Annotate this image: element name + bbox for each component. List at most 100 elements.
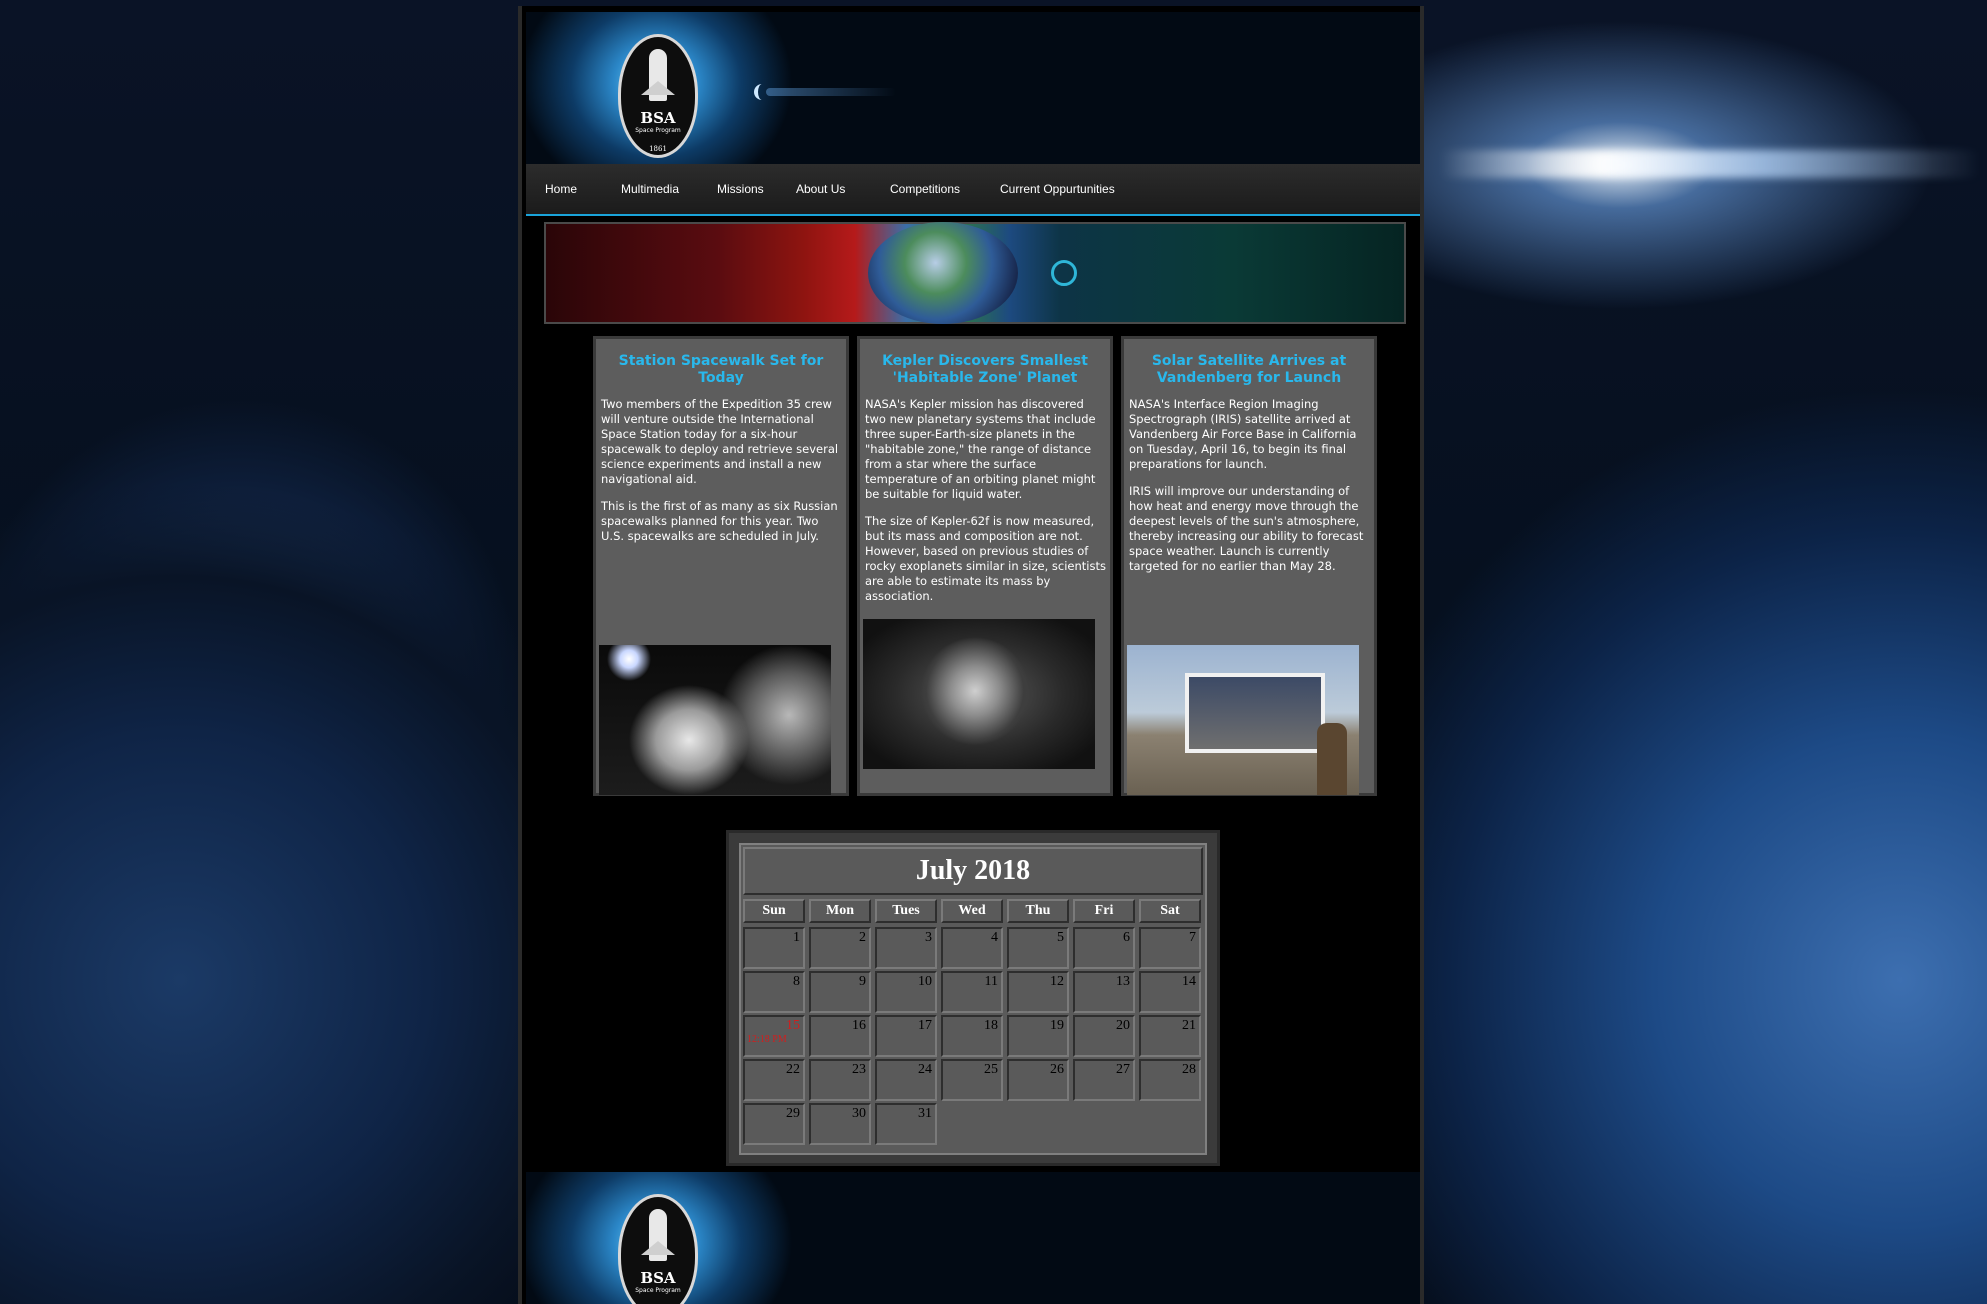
nav-missions[interactable]: Missions <box>717 182 764 196</box>
calendar-day-number: 17 <box>918 1018 932 1033</box>
calendar-day-number: 8 <box>793 974 800 989</box>
calendar-day-number: 11 <box>984 974 998 989</box>
calendar-day-cell[interactable]: 1 <box>743 927 805 969</box>
calendar-day-number: 23 <box>852 1062 866 1077</box>
site-header: BSA Space Program 1861 <box>526 12 1420 164</box>
calendar-day-number: 15 <box>786 1018 800 1033</box>
calendar-day-cell[interactable]: 9 <box>809 971 871 1013</box>
nav-about-us[interactable]: About Us <box>796 182 845 196</box>
calendar-day-number: 18 <box>984 1018 998 1033</box>
calendar-day-number: 14 <box>1182 974 1196 989</box>
calendar-day-number: 6 <box>1123 930 1130 945</box>
article-card-kepler: Kepler Discovers Smallest 'Habitable Zon… <box>857 336 1113 796</box>
calendar-weekday-header: Sat <box>1139 899 1201 923</box>
calendar-day-cell[interactable]: 26 <box>1007 1059 1069 1101</box>
calendar-day-cell[interactable]: 18 <box>941 1015 1003 1057</box>
nav-current-opportunities[interactable]: Current Oppurtunities <box>1000 182 1115 196</box>
calendar-day-number: 1 <box>793 930 800 945</box>
calendar-event-note[interactable]: 12:18 PM <box>745 1034 800 1045</box>
calendar-day-number: 27 <box>1116 1062 1130 1077</box>
calendar-day-cell[interactable]: 31 <box>875 1103 937 1145</box>
calendar-day-cell[interactable]: 5 <box>1007 927 1069 969</box>
calendar-day-cell[interactable]: 20 <box>1073 1015 1135 1057</box>
article-card-solar-satellite: Solar Satellite Arrives at Vandenberg fo… <box>1121 336 1377 796</box>
calendar-day-cell[interactable]: 7 <box>1139 927 1201 969</box>
calendar-day-cell[interactable]: 27 <box>1073 1059 1135 1101</box>
calendar-day-cell[interactable]: 17 <box>875 1015 937 1057</box>
calendar-day-cell[interactable]: 16 <box>809 1015 871 1057</box>
calendar-day-number: 12 <box>1050 974 1064 989</box>
article-paragraph: NASA's Interface Region Imaging Spectrog… <box>1129 397 1357 471</box>
nav-home[interactable]: Home <box>545 182 577 196</box>
calendar-table: July 2018 Sun Mon Tues Wed Thu Fri Sat 1 2 3 4 5 6 7 8… <box>739 843 1207 1155</box>
logo-subtitle: Space Program <box>635 1287 681 1294</box>
calendar-day-number: 4 <box>991 930 998 945</box>
calendar-weekday-header: Wed <box>941 899 1003 923</box>
calendar-day-cell[interactable]: 11 <box>941 971 1003 1013</box>
calendar-weekday-header: Fri <box>1073 899 1135 923</box>
calendar-day-cell[interactable]: 30 <box>809 1103 871 1145</box>
logo-year: 1861 <box>649 145 667 153</box>
calendar-day-number: 7 <box>1189 930 1196 945</box>
calendar-day-number: 25 <box>984 1062 998 1077</box>
article-paragraph: NASA's Kepler mission has discovered two… <box>865 397 1096 501</box>
calendar-weekday-header: Tues <box>875 899 937 923</box>
calendar-widget: July 2018 Sun Mon Tues Wed Thu Fri Sat 1 2 3 4 5 6 7 8… <box>726 830 1220 1166</box>
calendar-day-cell[interactable]: 8 <box>743 971 805 1013</box>
calendar-day-cell[interactable]: 19 <box>1007 1015 1069 1057</box>
site-footer: BSA Space Program 1861 <box>526 1172 1420 1304</box>
calendar-day-cell[interactable]: 14 <box>1139 971 1201 1013</box>
article-paragraph: IRIS will improve our understanding of h… <box>1129 484 1364 573</box>
calendar-day-number: 31 <box>918 1106 932 1121</box>
calendar-day-cell[interactable]: 29 <box>743 1103 805 1145</box>
calendar-day-number: 19 <box>1050 1018 1064 1033</box>
calendar-day-number: 24 <box>918 1062 932 1077</box>
bsa-logo[interactable]: BSA Space Program 1861 <box>618 34 698 158</box>
article-paragraph: Two members of the Expedition 35 crew wi… <box>601 397 839 486</box>
calendar-day-cell[interactable]: 21 <box>1139 1015 1201 1057</box>
calendar-day-number: 10 <box>918 974 932 989</box>
calendar-day-number: 16 <box>852 1018 866 1033</box>
logo-name: BSA <box>640 1269 676 1287</box>
calendar-day-cell[interactable]: 24 <box>875 1059 937 1101</box>
satellite-transport-photo <box>1127 645 1359 795</box>
article-title[interactable]: Station Spacewalk Set for Today <box>604 353 838 387</box>
calendar-title: July 2018 <box>743 847 1203 895</box>
calendar-day-cell[interactable]: 25 <box>941 1059 1003 1101</box>
article-paragraph: This is the first of as many as six Russ… <box>601 499 838 543</box>
calendar-day-cell[interactable]: 23 <box>809 1059 871 1101</box>
calendar-day-number: 28 <box>1182 1062 1196 1077</box>
calendar-weekday-header: Sun <box>743 899 805 923</box>
calendar-day-cell[interactable]: 28 <box>1139 1059 1201 1101</box>
calendar-day-number: 13 <box>1116 974 1130 989</box>
page-container: BSA Space Program 1861 Home Multimedia M… <box>518 6 1424 1304</box>
astronaut-spacewalk-photo <box>599 645 831 795</box>
calendar-day-cell[interactable]: 6 <box>1073 927 1135 969</box>
article-title[interactable]: Kepler Discovers Smallest 'Habitable Zon… <box>868 353 1102 387</box>
background-planet-flare <box>1440 150 1980 178</box>
nav-multimedia[interactable]: Multimedia <box>621 182 679 196</box>
main-nav: Home Multimedia Missions About Us Compet… <box>526 164 1420 216</box>
calendar-day-cell[interactable]: 3 <box>875 927 937 969</box>
calendar-day-number: 30 <box>852 1106 866 1121</box>
article-title[interactable]: Solar Satellite Arrives at Vandenberg fo… <box>1132 353 1366 387</box>
hero-banner <box>544 222 1406 324</box>
calendar-day-cell[interactable]: 22 <box>743 1059 805 1101</box>
article-card-spacewalk: Station Spacewalk Set for Today Two memb… <box>593 336 849 796</box>
orbit-ring-icon <box>1051 260 1077 286</box>
bsa-logo-footer[interactable]: BSA Space Program 1861 <box>618 1194 698 1304</box>
calendar-day-cell[interactable]: 12 <box>1007 971 1069 1013</box>
calendar-day-cell[interactable]: 2 <box>809 927 871 969</box>
calendar-day-number: 26 <box>1050 1062 1064 1077</box>
calendar-day-number: 9 <box>859 974 866 989</box>
calendar-day-number: 3 <box>925 930 932 945</box>
calendar-day-cell[interactable]: 15 12:18 PM <box>743 1015 805 1057</box>
calendar-day-cell[interactable]: 10 <box>875 971 937 1013</box>
nav-competitions[interactable]: Competitions <box>890 182 960 196</box>
shuttle-wing-icon <box>641 81 675 95</box>
logo-name: BSA <box>640 109 676 127</box>
calendar-weekday-header: Thu <box>1007 899 1069 923</box>
calendar-day-cell[interactable]: 4 <box>941 927 1003 969</box>
exoplanet-render <box>863 619 1095 769</box>
calendar-day-cell[interactable]: 13 <box>1073 971 1135 1013</box>
